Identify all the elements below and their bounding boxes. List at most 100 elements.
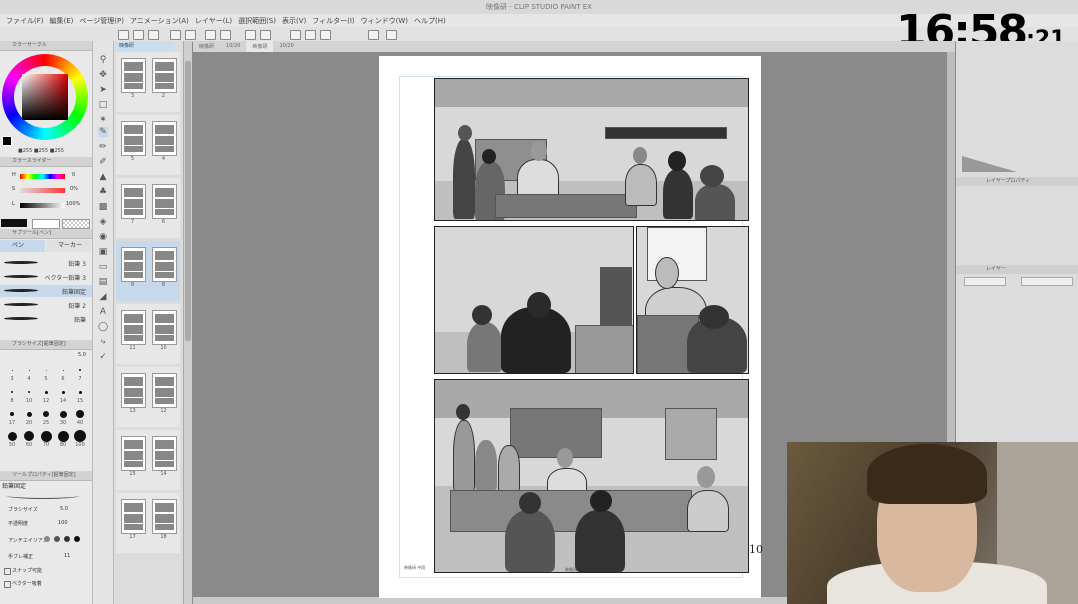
pen-icon[interactable]: ✎	[98, 127, 108, 137]
redo-icon[interactable]	[185, 30, 196, 40]
brush-icon[interactable]: ✐	[98, 157, 108, 167]
doc-tab[interactable]: 10/20	[273, 41, 299, 51]
page-thumb-spread[interactable]: 13 12	[116, 367, 180, 427]
text-icon[interactable]: A	[98, 307, 108, 317]
fill-tool-icon[interactable]: ◉	[98, 232, 108, 242]
page-thumbnail[interactable]	[121, 121, 146, 156]
page-thumb-spread[interactable]: 32	[116, 52, 180, 112]
smartphone-icon[interactable]	[368, 30, 379, 40]
hue-slider[interactable]	[20, 174, 65, 179]
brush-size-preset[interactable]	[28, 369, 30, 371]
page-thumbnail[interactable]	[152, 373, 177, 408]
save-icon[interactable]	[148, 30, 159, 40]
transparent-color-chip[interactable]	[62, 219, 90, 229]
page-thumbnail[interactable]	[121, 58, 146, 93]
brush-size-preset[interactable]	[76, 410, 84, 418]
menu-layer[interactable]: レイヤー(L)	[195, 16, 232, 26]
brush-size-preset[interactable]	[26, 411, 32, 417]
brush-size-preset[interactable]	[43, 411, 49, 417]
brush-item[interactable]: 鉛筆 3	[0, 257, 92, 269]
page-thumb-spread[interactable]: 54	[116, 115, 180, 175]
blend-icon[interactable]: ◈	[98, 217, 108, 227]
deselect-icon[interactable]	[260, 30, 271, 40]
subtool-tab-marker[interactable]: マーカー	[46, 240, 91, 252]
foreground-color-chip[interactable]	[1, 219, 27, 227]
menu-help[interactable]: ヘルプ(H)	[414, 16, 446, 26]
ruler-icon[interactable]	[290, 30, 301, 40]
page-manager-tab[interactable]: 映像研	[115, 42, 173, 51]
brush-size-preset[interactable]	[40, 430, 52, 442]
prop-value[interactable]: 11	[64, 553, 70, 559]
antialias-none[interactable]	[44, 536, 50, 542]
brush-size-preset[interactable]	[7, 431, 17, 441]
page-thumbnail[interactable]	[152, 436, 177, 471]
page-thumbnail[interactable]	[152, 499, 177, 534]
menu-view[interactable]: 表示(V)	[282, 16, 306, 26]
page-thumbnail[interactable]	[121, 499, 146, 534]
brush-size-preset[interactable]	[59, 410, 67, 418]
antialias-weak[interactable]	[54, 536, 60, 542]
brush-size-preset[interactable]	[11, 391, 13, 393]
page-scrollbar[interactable]	[184, 41, 192, 604]
zoom-icon[interactable]: ⚲	[98, 55, 108, 65]
page-thumbnail[interactable]	[152, 58, 177, 93]
gradient-icon[interactable]: ▣	[98, 247, 108, 257]
pencil-icon[interactable]: ✏	[98, 142, 108, 152]
brush-size-preset[interactable]	[62, 369, 64, 371]
brush-item[interactable]: 鉛筆	[0, 313, 92, 325]
selection-icon[interactable]: □	[98, 100, 108, 110]
page-thumb-spread[interactable]: 11 10	[116, 304, 180, 364]
page-scroll-thumb[interactable]	[185, 61, 191, 341]
page-thumbnail[interactable]	[152, 247, 177, 282]
antialias-strong[interactable]	[74, 536, 80, 542]
brush-size-preset[interactable]	[10, 412, 14, 416]
eyedropper-icon[interactable]: ✓	[98, 352, 108, 362]
page-thumbnail[interactable]	[121, 247, 146, 282]
snap-checkbox[interactable]	[4, 568, 11, 575]
menu-page[interactable]: ページ管理(P)	[79, 16, 124, 26]
luminance-slider[interactable]	[20, 203, 65, 208]
page-thumbnail[interactable]	[152, 184, 177, 219]
page-thumb-spread[interactable]: 76	[116, 178, 180, 238]
prop-value[interactable]: 100	[58, 520, 68, 526]
page-thumb-spread[interactable]: 98	[116, 241, 180, 301]
fill-icon[interactable]	[220, 30, 231, 40]
brush-size-preset[interactable]	[45, 369, 47, 371]
menu-file[interactable]: ファイル(F)	[6, 16, 44, 26]
figure-icon[interactable]: ▭	[98, 262, 108, 272]
brush-size-preset[interactable]	[78, 390, 82, 394]
airbrush-icon[interactable]: ▲	[98, 172, 108, 182]
blend-mode-dropdown[interactable]	[964, 277, 1006, 286]
menu-edit[interactable]: 編集(E)	[50, 16, 74, 26]
balloon-icon[interactable]: ◯	[98, 322, 108, 332]
eraser-icon[interactable]: ▩	[98, 202, 108, 212]
new-icon[interactable]	[118, 30, 129, 40]
brush-item-selected[interactable]: 鉛筆固定	[0, 285, 92, 297]
saturation-value-square[interactable]	[22, 74, 68, 120]
menu-window[interactable]: ウィンドウ(W)	[361, 16, 408, 26]
open-icon[interactable]	[133, 30, 144, 40]
undo-icon[interactable]	[170, 30, 181, 40]
menu-selection[interactable]: 選択範囲(S)	[238, 16, 276, 26]
frame-icon[interactable]: ▤	[98, 277, 108, 287]
opacity-field[interactable]	[1021, 277, 1073, 286]
page-thumbnail[interactable]	[121, 310, 146, 345]
page-thumb-spread[interactable]: 17 18	[116, 493, 180, 553]
menu-animation[interactable]: アニメーション(A)	[130, 16, 189, 26]
antialias-medium[interactable]	[64, 536, 70, 542]
brush-item[interactable]: ベクター鉛筆 3	[0, 271, 92, 283]
auto-select-icon[interactable]: ✶	[98, 115, 108, 125]
brush-size-preset[interactable]	[24, 431, 34, 441]
brush-size-preset[interactable]	[61, 390, 65, 394]
page-thumbnail[interactable]	[121, 184, 146, 219]
brush-size-preset[interactable]	[74, 430, 86, 442]
background-color-chip[interactable]	[32, 219, 60, 229]
doc-tab[interactable]: 10/20	[220, 41, 246, 51]
doc-tab[interactable]: 映像研	[193, 41, 220, 52]
move-icon[interactable]: ✥	[98, 70, 108, 80]
share-icon[interactable]	[386, 30, 397, 40]
page-thumbnail[interactable]	[152, 310, 177, 345]
clear-icon[interactable]	[205, 30, 216, 40]
grid-icon[interactable]	[320, 30, 331, 40]
brush-size-preset[interactable]	[57, 430, 69, 442]
